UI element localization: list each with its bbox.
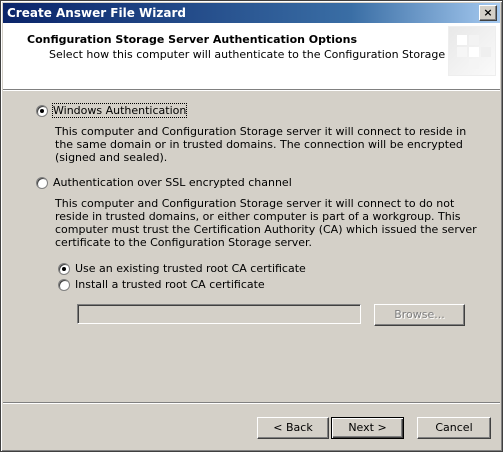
wizard-header: Configuration Storage Server Authenticat…: [3, 23, 500, 89]
page-subtitle: Select how this computer will authentica…: [49, 48, 486, 61]
install-ca-label[interactable]: Install a trusted root CA certificate: [75, 278, 265, 291]
wizard-window: Create Answer File Wizard × Configuratio…: [0, 0, 503, 452]
windows-auth-label[interactable]: Windows Authentication: [51, 103, 188, 118]
ssl-auth-description: This computer and Configuration Storage …: [55, 197, 477, 249]
browse-button[interactable]: Browse...: [374, 304, 465, 326]
certificate-path-input[interactable]: [77, 304, 361, 324]
existing-ca-radio[interactable]: [58, 263, 70, 275]
wizard-graphic-icon: [448, 26, 496, 76]
next-button[interactable]: Next >: [331, 417, 404, 439]
back-button[interactable]: < Back: [257, 417, 329, 439]
install-ca-radio[interactable]: [58, 279, 70, 291]
ssl-auth-radio[interactable]: [36, 177, 48, 189]
windows-auth-radio[interactable]: [36, 105, 48, 117]
ssl-auth-label[interactable]: Authentication over SSL encrypted channe…: [53, 176, 292, 189]
close-button[interactable]: ×: [479, 5, 497, 21]
existing-ca-label[interactable]: Use an existing trusted root CA certific…: [75, 262, 306, 275]
title-bar[interactable]: Create Answer File Wizard ×: [3, 3, 500, 23]
page-title: Configuration Storage Server Authenticat…: [27, 33, 357, 46]
close-icon: ×: [483, 6, 493, 19]
windows-auth-description: This computer and Configuration Storage …: [55, 125, 467, 164]
window-title: Create Answer File Wizard: [7, 6, 186, 20]
cancel-button[interactable]: Cancel: [417, 417, 491, 439]
